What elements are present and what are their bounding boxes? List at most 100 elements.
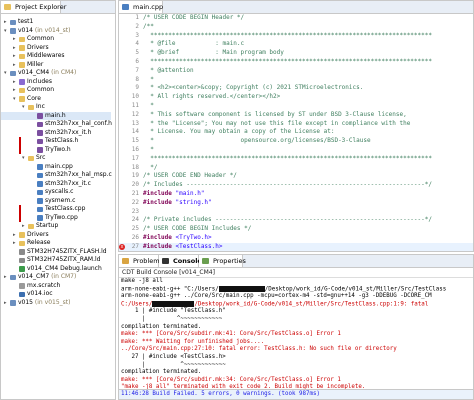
code-line[interactable]: 22 #include "string.h" <box>119 199 473 208</box>
line-number: 27 <box>131 242 139 250</box>
chevron-right-icon[interactable]: ▸ <box>13 52 18 61</box>
header-file-icon <box>37 113 43 119</box>
code-line[interactable]: 14 * License. You may obtain a copy of t… <box>119 128 473 137</box>
chevron-down-icon[interactable]: ▾ <box>4 69 9 78</box>
build-status: 11:46:28 Build Failed. 5 errors, 0 warni… <box>119 389 473 399</box>
code-line[interactable]: 24 /* Private includes ------------------… <box>119 216 473 225</box>
code-line[interactable]: 12 * This software component is licensed… <box>119 110 473 120</box>
chevron-down-icon[interactable]: ▾ <box>22 103 27 112</box>
chevron-right-icon[interactable]: ▸ <box>13 61 18 70</box>
tab-label: Console <box>173 257 202 265</box>
code-line[interactable]: 19 /* USER CODE END Header */ <box>119 172 473 181</box>
code-line[interactable]: 8 * <box>119 75 473 85</box>
code-line[interactable]: 6 **************************************… <box>119 58 473 67</box>
code-line[interactable]: 23 <box>119 208 473 217</box>
code-text: * This software component is licensed by… <box>143 110 407 118</box>
code-text: #include "main.h" <box>143 190 205 197</box>
code-text: * <box>143 75 154 83</box>
code-line[interactable]: 21 #include "main.h" <box>119 190 473 199</box>
code-line[interactable]: 25 /* USER CODE BEGIN Includes */ <box>119 225 473 234</box>
tab-console[interactable]: Console <box>159 255 202 267</box>
line-number: 11 <box>131 102 139 109</box>
console-line: compilation terminated. <box>121 369 202 376</box>
tree-item-location: (in v015_st) <box>33 298 71 306</box>
console-line: 1 | #include "TestClass.h" <box>121 308 226 315</box>
console-title: CDT Build Console [v014_CM4] <box>119 268 473 278</box>
chevron-right-icon[interactable]: ▸ <box>4 273 9 282</box>
chevron-right-icon[interactable]: ▸ <box>13 78 18 87</box>
tree-item-label: main.cpp <box>45 162 73 170</box>
chevron-right-icon[interactable]: ▸ <box>4 299 9 308</box>
line-number: 5 <box>135 49 139 57</box>
tab-properties[interactable]: Properties <box>199 255 246 267</box>
code-text: * <box>143 102 154 109</box>
code-line[interactable]: 16 * <box>119 146 473 155</box>
chevron-right-icon[interactable]: ▸ <box>13 86 18 95</box>
code-line[interactable]: 1 /* USER CODE BEGIN Header */ <box>119 14 473 23</box>
code-line[interactable]: 26 #include <TryTwo.h> <box>119 234 473 243</box>
tree-item-label: v014_CM7 (in CM7) <box>18 273 77 280</box>
code-text: /* Includes ----------------------------… <box>143 181 432 189</box>
tab-label: Project Explorer <box>15 3 67 11</box>
tree-item-label: TryTwo.h <box>45 145 71 153</box>
chevron-right-icon[interactable]: ▸ <box>4 18 9 27</box>
tab-main-cpp[interactable]: main.cpp <box>119 1 163 13</box>
code-text: * @attention <box>143 66 194 74</box>
line-number: 4 <box>135 40 139 48</box>
code-line[interactable]: 10 * All rights reserved.</center></h2> <box>119 93 473 102</box>
code-editor[interactable]: main.cpp 1 /* USER CODE BEGIN Header */ 2 /… <box>118 0 474 252</box>
code-text: */ <box>143 163 158 171</box>
console-line: make -j8 all <box>121 278 163 284</box>
code-line[interactable]: 9 * <h2><center>&copy; Copyright (c) 202… <box>119 84 473 93</box>
project-icon <box>10 300 16 306</box>
tree-item-label: Common <box>27 35 55 42</box>
code-text: ****************************************… <box>143 58 432 65</box>
chevron-right-icon[interactable]: ▸ <box>22 222 27 231</box>
project-icon <box>10 28 16 34</box>
chevron-right-icon[interactable]: ▸ <box>13 239 18 248</box>
console-icon <box>162 258 169 264</box>
chevron-right-icon[interactable]: ▸ <box>13 44 18 53</box>
code-line[interactable]: 2 /** <box>119 23 473 32</box>
tree-item-label: Core <box>27 94 41 102</box>
code-line[interactable]: 15 * opensource.org/licenses/BSD-3-Claus… <box>119 137 473 146</box>
folder-icon <box>4 4 11 10</box>
tree-item-label: Drivers <box>27 43 49 51</box>
tree-item-label: v014_CM4 (in CM4) <box>18 69 77 76</box>
chevron-down-icon[interactable]: ▾ <box>13 95 18 104</box>
tree-item-label: test1 <box>18 18 34 25</box>
chevron-down-icon[interactable]: ▾ <box>4 27 9 36</box>
chevron-right-icon[interactable]: ▸ <box>13 35 18 44</box>
code-line[interactable]: 17 *************************************… <box>119 155 473 164</box>
tree-item-label: Inc <box>36 103 45 110</box>
code-line[interactable]: 20 /* Includes --------------------------… <box>119 181 473 190</box>
code-line[interactable]: 11 * <box>119 102 473 111</box>
code-line[interactable]: x 27 #include <TestClass.h> <box>119 242 473 251</box>
tree-item[interactable]: main.h <box>1 111 111 120</box>
console-line: arm-none-eabi-g++ ../Core/Src/main.cpp -… <box>121 293 432 300</box>
tree-item-label: Startup <box>36 222 59 229</box>
code-line[interactable]: 18 */ <box>119 163 473 173</box>
line-number: 20 <box>131 181 139 189</box>
code-line[interactable]: 4 * @file : main.c <box>119 40 473 49</box>
tree-item-label: stm32h7xx_it.h <box>45 128 92 136</box>
code-line[interactable]: 7 * @attention <box>119 66 473 76</box>
folder-icon <box>28 223 34 229</box>
redacted-block <box>152 300 195 307</box>
project-icon <box>10 19 16 25</box>
chevron-down-icon[interactable]: ▾ <box>22 154 27 163</box>
code-text: /* USER CODE END Header */ <box>143 172 237 180</box>
code-line[interactable]: 5 * @brief : Main program body <box>119 49 473 58</box>
chevron-right-icon[interactable]: ▸ <box>13 231 18 240</box>
tree-item-label: syscalls.c <box>45 188 74 195</box>
tree-item-label: sysmem.c <box>45 196 76 204</box>
code-text: * License. You may obtain a copy of the … <box>143 128 335 136</box>
code-line[interactable]: 13 * the "License"; You may not use this… <box>119 120 473 129</box>
tab-problems[interactable]: Problems <box>119 255 163 267</box>
code-line[interactable]: 3 **************************************… <box>119 32 473 41</box>
header-file-icon <box>37 130 43 136</box>
code-text: * opensource.org/licenses/BSD-3-Clause <box>143 137 371 145</box>
console-line: make: *** Waiting for unfinished jobs...… <box>121 338 265 345</box>
tab-project-explorer[interactable]: Project Explorer <box>1 1 66 13</box>
code-text: #include <TestClass.h> <box>143 242 223 250</box>
